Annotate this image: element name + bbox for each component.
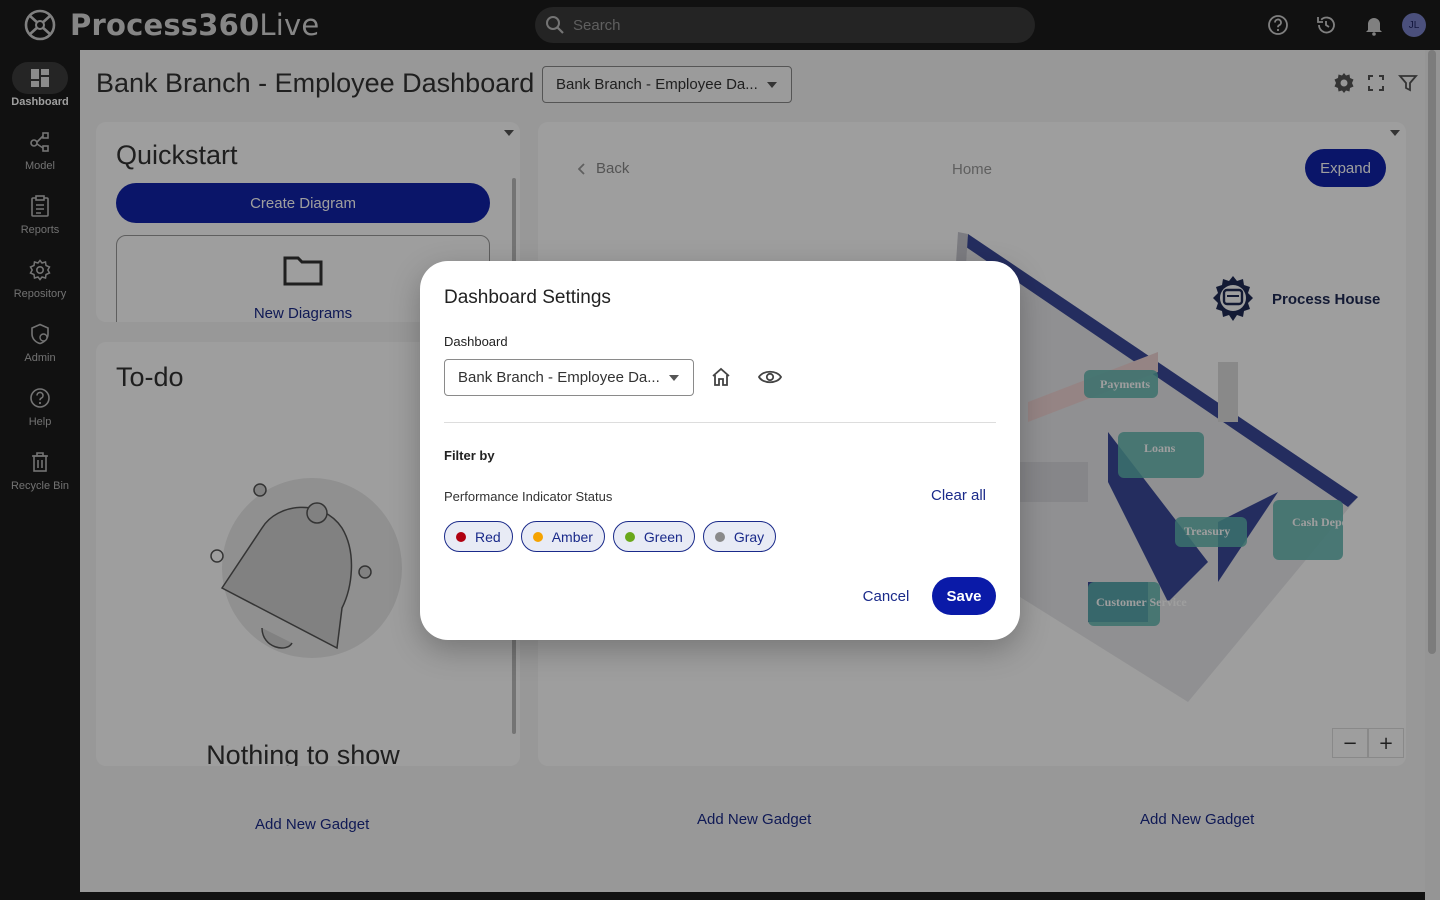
dialog-title: Dashboard Settings: [444, 287, 611, 308]
chip-amber-label: Amber: [551, 528, 593, 545]
chip-red[interactable]: Red: [444, 521, 513, 552]
dashboard-field-label: Dashboard: [444, 334, 508, 349]
pi-status-label: Performance Indicator Status: [444, 489, 613, 504]
save-button[interactable]: Save: [932, 577, 996, 615]
dashboard-settings-dialog: Dashboard Settings Dashboard Bank Branch…: [420, 261, 1020, 640]
red-dot-icon: [456, 531, 466, 542]
amber-dot-icon: [532, 531, 543, 542]
preview-button[interactable]: [757, 366, 783, 393]
cancel-button[interactable]: Cancel: [851, 577, 921, 615]
chip-gray-label: Gray: [733, 528, 765, 545]
chip-amber[interactable]: Amber: [520, 521, 605, 552]
status-chips: Red Amber Green Gray: [444, 521, 777, 552]
filter-by-heading: Filter by: [444, 448, 495, 463]
clear-all-link[interactable]: Clear all: [931, 487, 986, 504]
chip-gray[interactable]: Gray: [702, 521, 777, 552]
chip-red-label: Red: [475, 528, 501, 545]
chip-green-label: Green: [643, 528, 683, 545]
chevron-down-icon: [669, 375, 679, 381]
dialog-dashboard-value: Bank Branch - Employee Da...: [458, 369, 660, 386]
divider: [444, 422, 996, 423]
set-home-button[interactable]: [710, 366, 732, 393]
chip-green[interactable]: Green: [612, 521, 695, 552]
green-dot-icon: [624, 531, 635, 542]
gray-dot-icon: [714, 531, 725, 542]
dialog-dashboard-select[interactable]: Bank Branch - Employee Da...: [444, 359, 694, 396]
eye-icon: [757, 370, 783, 384]
home-icon: [712, 367, 730, 386]
